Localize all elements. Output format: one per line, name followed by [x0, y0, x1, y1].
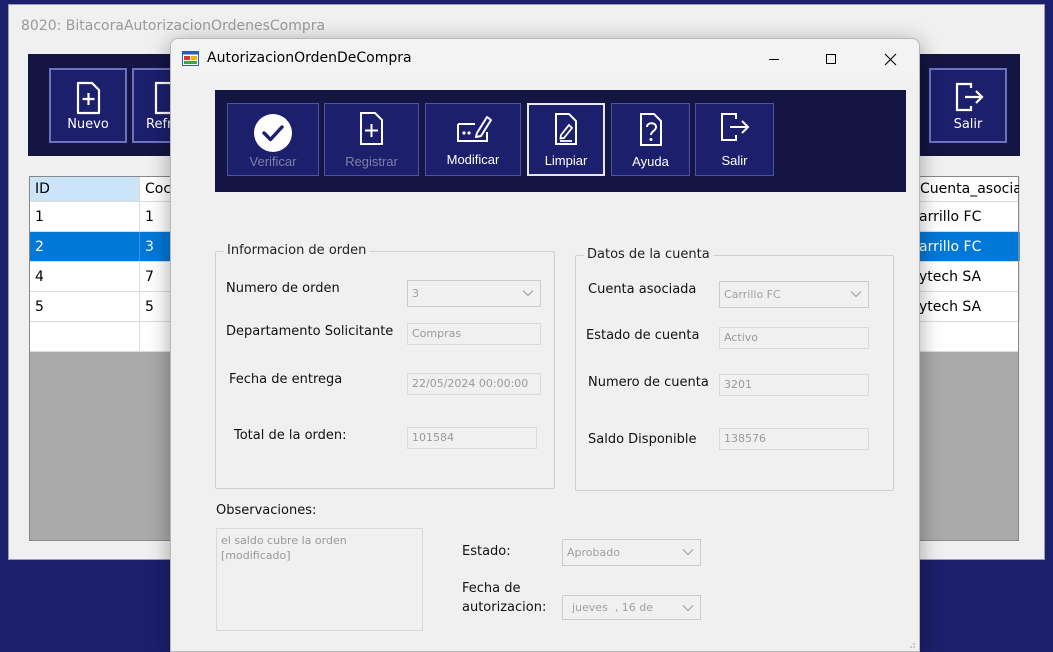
chevron-down-icon [682, 605, 694, 612]
new-button-label: Nuevo [67, 117, 109, 132]
chevron-down-icon [522, 290, 534, 297]
auth-date-picker[interactable]: jueves , 16 de [562, 595, 701, 620]
observations-line: [modificado] [221, 549, 291, 562]
checkmark-icon [254, 114, 292, 152]
auth-date-label-line1: Fecha de [462, 581, 521, 596]
dialog-title: AutorizacionOrdenDeCompra [207, 50, 412, 66]
exit-button-label: Salir [721, 153, 748, 168]
help-button-label: Ayuda [632, 154, 669, 169]
grid-cell-id: 4 [30, 262, 140, 291]
background-window-title: 8020: BitacoraAutorizacionOrdenesCompra [21, 18, 326, 34]
modify-button-label: Modificar [446, 152, 500, 167]
minimize-button[interactable] [751, 39, 797, 79]
minimize-icon [769, 59, 779, 60]
maximize-icon [826, 54, 836, 64]
grid-cell-id: 2 [30, 232, 140, 261]
auth-date-value: jueves , 16 de [572, 601, 654, 614]
state-value: Aprobado [567, 546, 620, 559]
exit-icon [720, 113, 749, 141]
verify-button-label: Verificar [249, 154, 297, 169]
register-button[interactable]: Registrar [324, 103, 419, 176]
observations-label: Observaciones: [216, 503, 317, 518]
verify-button[interactable]: Verificar [227, 103, 319, 176]
resize-grip-icon[interactable] [906, 639, 916, 649]
account-data-title: Datos de la cuenta [584, 247, 713, 262]
exit-icon [955, 82, 984, 112]
observations-line: el saldo cubre la orden [221, 534, 347, 547]
grid-header-account[interactable]: Cuenta_asociada [914, 177, 1020, 201]
register-button-label: Registrar [345, 154, 398, 169]
account-select[interactable]: Carrillo FC [719, 281, 869, 308]
grid-cell-id: 5 [30, 292, 140, 321]
help-button[interactable]: Ayuda [611, 103, 690, 176]
modify-button[interactable]: Modificar [425, 103, 521, 176]
new-button[interactable]: Nuevo [49, 68, 127, 143]
background-exit-label: Salir [953, 117, 983, 132]
chevron-down-icon [850, 291, 862, 298]
grid-cell-account: ytech SA [914, 262, 1020, 291]
order-number-value: 3 [412, 287, 419, 300]
grid-cell-id: 1 [30, 202, 140, 231]
delivery-date-label: Fecha de entrega [229, 372, 343, 387]
state-label: Estado: [462, 544, 511, 559]
order-info-title: Informacion de orden [224, 243, 370, 258]
clear-button-label: Limpiar [544, 153, 588, 168]
grid-cell-id [30, 322, 140, 351]
close-icon [884, 53, 896, 65]
clear-button[interactable]: Limpiar [527, 103, 605, 176]
edit-form-icon [457, 116, 492, 142]
maximize-button[interactable] [808, 39, 854, 79]
state-select[interactable]: Aprobado [562, 539, 701, 566]
total-label: Total de la orden: [234, 428, 347, 443]
grid-cell-account: arrillo FC [914, 232, 1020, 261]
account-status-field[interactable]: Activo [719, 327, 869, 349]
new-document-icon [76, 81, 101, 115]
department-label: Departamento Solicitante [226, 324, 394, 339]
dialog-toolbar: Verificar Registrar Modificar Limpiar Ay… [215, 90, 906, 192]
register-document-icon [359, 112, 383, 145]
close-button[interactable] [867, 39, 913, 79]
balance-field[interactable]: 138576 [719, 428, 869, 450]
account-status-label: Estado de cuenta [586, 328, 700, 343]
dialog-titlebar[interactable]: AutorizacionOrdenDeCompra [171, 39, 919, 79]
help-document-icon [639, 113, 662, 146]
account-number-field[interactable]: 3201 [719, 374, 869, 396]
grid-header-id[interactable]: ID [30, 177, 140, 201]
grid-cell-account: ytech SA [914, 292, 1020, 321]
account-label: Cuenta asociada [588, 282, 697, 297]
order-number-select[interactable]: 3 [407, 280, 541, 307]
account-value: Carrillo FC [724, 288, 781, 301]
authorization-dialog: AutorizacionOrdenDeCompra Verificar Regi… [170, 38, 920, 652]
observations-textarea[interactable]: el saldo cubre la orden [modificado] [216, 528, 423, 631]
account-number-label: Numero de cuenta [588, 375, 709, 390]
clear-document-icon [555, 113, 577, 145]
balance-label: Saldo Disponible [588, 432, 697, 447]
delivery-date-field[interactable]: 22/05/2024 00:00:00 [407, 373, 541, 395]
order-number-label: Numero de orden [226, 281, 340, 296]
auth-date-label-line2: autorizacion: [462, 600, 547, 615]
chevron-down-icon [682, 549, 694, 556]
exit-button[interactable]: Salir [695, 103, 774, 176]
department-field[interactable]: Compras [407, 323, 541, 345]
grid-cell-account: arrillo FC [914, 202, 1020, 231]
app-form-icon [182, 51, 199, 66]
background-exit-button[interactable]: Salir [929, 68, 1007, 143]
total-field[interactable]: 101584 [407, 427, 537, 449]
